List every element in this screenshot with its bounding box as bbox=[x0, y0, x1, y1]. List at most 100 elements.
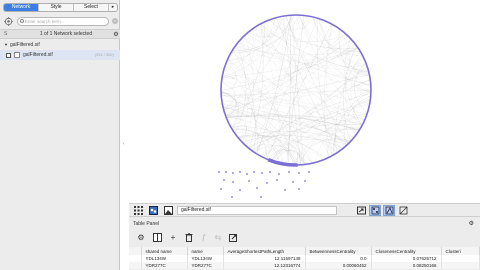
network-node[interactable] bbox=[298, 188, 300, 190]
import-table-icon[interactable] bbox=[227, 232, 239, 243]
network-node[interactable] bbox=[276, 179, 278, 181]
table-cell[interactable] bbox=[129, 262, 142, 269]
table-row[interactable]: YDL134W YDL134W 12.11597148 0.0 0.076257… bbox=[129, 255, 480, 262]
network-search-input[interactable]: Enter search term... bbox=[17, 16, 109, 26]
network-node[interactable] bbox=[288, 171, 290, 173]
table-panel-header: Table Panel ⚙ bbox=[129, 217, 480, 230]
network-checkbox[interactable] bbox=[6, 52, 11, 58]
network-edge bbox=[338, 28, 372, 88]
column-header-shared-name[interactable]: shared name bbox=[141, 247, 188, 255]
network-node[interactable] bbox=[308, 171, 310, 173]
network-node[interactable] bbox=[239, 189, 241, 191]
table-cell[interactable]: 0.0 bbox=[305, 255, 372, 262]
network-search-row: Enter search term... × bbox=[3, 15, 118, 27]
network-node[interactable] bbox=[284, 189, 286, 191]
collapse-panel-arrow-icon[interactable]: ‹ bbox=[123, 141, 125, 147]
network-tree: ▼ galFiltered.sif galFiltered.sif (331 /… bbox=[0, 40, 120, 60]
network-node[interactable] bbox=[266, 182, 268, 184]
table-panel-options-gear-icon[interactable]: ⚙ bbox=[469, 220, 474, 227]
network-view-icon[interactable] bbox=[147, 205, 159, 216]
network-node[interactable] bbox=[239, 171, 241, 173]
clear-search-icon[interactable]: × bbox=[112, 18, 118, 24]
magnifier-icon bbox=[20, 19, 24, 23]
network-node[interactable] bbox=[232, 181, 234, 183]
table-settings-gear-icon[interactable]: ⚙ bbox=[135, 232, 147, 243]
tree-network-row[interactable]: galFiltered.sif (331 / 362) bbox=[0, 50, 120, 60]
table-cell[interactable]: YDR277C bbox=[141, 262, 188, 269]
table-cell[interactable]: 0.07625712 bbox=[371, 255, 442, 262]
table-cell[interactable]: 0.00060452 bbox=[305, 262, 372, 269]
network-node[interactable] bbox=[225, 171, 227, 173]
network-name: galFiltered.sif bbox=[23, 52, 53, 58]
network-node[interactable] bbox=[304, 180, 306, 182]
network-edge bbox=[333, 138, 343, 151]
column-header-clustering[interactable]: Clusteri bbox=[441, 247, 480, 255]
delete-column-icon[interactable] bbox=[183, 232, 195, 243]
tab-more-arrow[interactable]: ▸ bbox=[109, 4, 117, 11]
table-cell[interactable]: 12.12316774 bbox=[223, 262, 306, 269]
control-panel-tabs: Network Style Select ▸ bbox=[3, 3, 118, 12]
tab-select[interactable]: Select bbox=[74, 4, 109, 11]
table-cell[interactable] bbox=[129, 255, 142, 262]
network-node[interactable] bbox=[261, 172, 263, 174]
table-panel-title: Table Panel bbox=[133, 220, 160, 227]
network-node[interactable] bbox=[220, 188, 222, 190]
table-row[interactable]: YDR277C YDR277C 12.12316774 0.00060452 0… bbox=[129, 262, 480, 269]
control-panel: Network Style Select ▸ Enter search term… bbox=[0, 0, 120, 270]
collection-name: galFiltered.sif bbox=[9, 42, 40, 48]
image-export-icon[interactable] bbox=[162, 205, 174, 216]
annotation-select-icon[interactable] bbox=[383, 204, 395, 216]
column-header-betweenness[interactable]: BetweennessCentrality bbox=[305, 247, 372, 255]
network-node[interactable] bbox=[298, 172, 300, 174]
show-graphics-details-icon[interactable] bbox=[369, 204, 381, 216]
search-placeholder: Enter search term... bbox=[25, 18, 65, 24]
network-node[interactable] bbox=[223, 179, 225, 181]
network-node[interactable] bbox=[248, 180, 250, 182]
column-header-avg-shortest-path[interactable]: AverageShortestPathLength bbox=[223, 247, 306, 255]
table-toolbar: ⚙ + ƒ ⇆ bbox=[129, 230, 480, 244]
column-header-selector[interactable] bbox=[129, 247, 142, 255]
network-view-toolbar: galFiltered.sif bbox=[129, 203, 480, 217]
fit-content-icon[interactable] bbox=[355, 205, 367, 216]
add-column-icon[interactable]: + bbox=[167, 232, 179, 243]
network-options-gear-icon[interactable]: ⚙ bbox=[112, 31, 120, 38]
network-node[interactable] bbox=[218, 171, 220, 173]
table-cell[interactable]: YDL134W bbox=[187, 255, 224, 262]
network-node[interactable] bbox=[278, 173, 280, 175]
network-node[interactable] bbox=[246, 173, 248, 175]
network-node[interactable] bbox=[260, 196, 262, 198]
network-node[interactable] bbox=[256, 187, 258, 189]
show-columns-icon[interactable] bbox=[151, 232, 163, 243]
table-cell[interactable]: YDL134W bbox=[141, 255, 188, 262]
network-summary-bar: S 1 of 1 Network selected ⚙ bbox=[0, 29, 120, 39]
hide-selected-icon[interactable] bbox=[397, 205, 409, 216]
network-node[interactable] bbox=[231, 196, 233, 198]
network-count-label: 1 of 1 Network selected bbox=[39, 31, 93, 37]
view-title-field[interactable]: galFiltered.sif bbox=[177, 205, 337, 215]
grid-view-icon[interactable] bbox=[132, 205, 144, 216]
table-cell[interactable]: 12.11597148 bbox=[223, 255, 306, 262]
function-builder-icon: ƒ bbox=[201, 232, 207, 242]
table-cell[interactable] bbox=[441, 255, 480, 262]
network-node[interactable] bbox=[269, 171, 271, 173]
node-table[interactable]: shared name name AverageShortestPathLeng… bbox=[129, 247, 480, 269]
column-header-name[interactable]: name bbox=[187, 247, 224, 255]
network-edge bbox=[276, 17, 315, 31]
network-node-edge-count: (331 / 362) bbox=[94, 52, 114, 57]
tab-network[interactable]: Network bbox=[4, 4, 39, 11]
network-view-canvas[interactable] bbox=[129, 0, 480, 203]
network-graph[interactable] bbox=[129, 0, 480, 203]
tree-collection-row[interactable]: ▼ galFiltered.sif bbox=[0, 40, 120, 50]
column-header-closeness[interactable]: ClosenessCentrality bbox=[371, 247, 442, 255]
network-search-options-icon[interactable] bbox=[3, 16, 14, 27]
table-header-row: shared name name AverageShortestPathLeng… bbox=[129, 247, 480, 255]
table-cell[interactable]: YDR277C bbox=[187, 262, 224, 269]
network-node[interactable] bbox=[232, 172, 234, 174]
network-node[interactable] bbox=[253, 171, 255, 173]
expand-triangle-icon[interactable]: ▼ bbox=[4, 40, 8, 50]
table-panel: Table Panel ⚙ ⚙ + ƒ ⇆ shared name name A… bbox=[129, 217, 480, 270]
network-node[interactable] bbox=[292, 181, 294, 183]
table-cell[interactable] bbox=[441, 262, 480, 269]
table-cell[interactable]: 0.08250166 bbox=[371, 262, 442, 269]
tab-style[interactable]: Style bbox=[39, 4, 74, 11]
